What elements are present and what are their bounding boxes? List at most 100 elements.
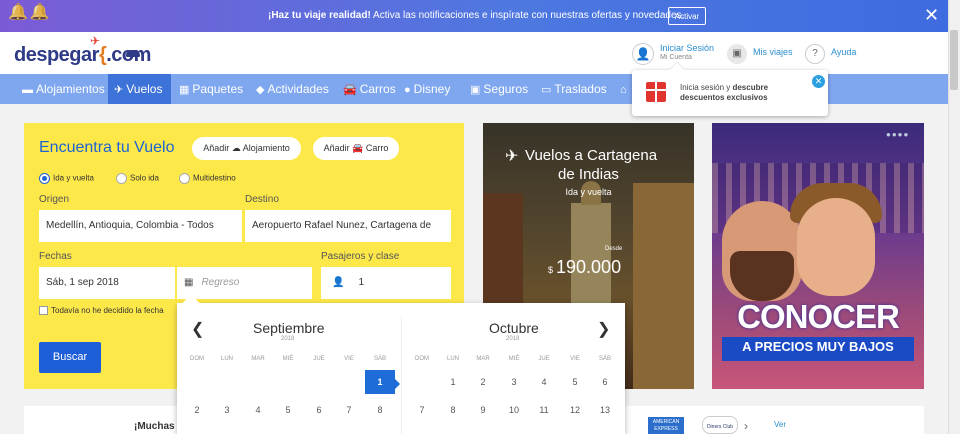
promo-subtitle: Ida y vuelta: [565, 187, 612, 197]
my-trips-link[interactable]: Mis viajes: [753, 47, 793, 57]
close-icon[interactable]: ✕: [812, 75, 825, 88]
scrollbar-thumb[interactable]: [950, 30, 958, 90]
trips-icon[interactable]: ▣: [727, 44, 747, 64]
help-link[interactable]: Ayuda: [831, 47, 856, 57]
passengers-label: Pasajeros y clase: [321, 251, 400, 262]
search-button[interactable]: Buscar: [39, 342, 101, 373]
weekday-label: JUE: [313, 356, 325, 362]
trip-type-multi[interactable]: Multidestino: [179, 173, 236, 184]
logo-hat-icon: [126, 50, 140, 57]
calendar-day[interactable]: 4: [243, 398, 273, 422]
add-hotel-button[interactable]: Añadir ☁ Alojamiento: [192, 137, 301, 160]
login-link[interactable]: Iniciar Sesión: [660, 43, 714, 53]
bed-icon: ▬: [22, 84, 33, 96]
month-divider: [401, 317, 402, 434]
month-year: 2018: [281, 336, 295, 342]
calendar-day[interactable]: 1: [438, 370, 468, 394]
weekday-label: SÁB: [373, 356, 386, 362]
weekday-label: DOM: [415, 356, 429, 362]
user-icon[interactable]: 👤: [632, 43, 654, 65]
chevron-right-icon[interactable]: ›: [744, 419, 748, 433]
calendar-day[interactable]: 6: [590, 370, 620, 394]
chevron-left-icon[interactable]: ❮: [191, 319, 204, 339]
nav-item-carros[interactable]: 🚘 Carros: [343, 74, 396, 104]
calendar-day[interactable]: 2: [468, 370, 498, 394]
return-date-input[interactable]: ▦ Regreso: [177, 267, 312, 299]
destination-input[interactable]: Aeropuerto Rafael Nunez, Cartagena de: [245, 210, 451, 242]
calendar-day[interactable]: 5: [560, 370, 590, 394]
tooltip-text: Inicia sesión y descubre descuentos excl…: [680, 83, 769, 102]
mickey-icon: ●: [404, 84, 411, 96]
gift-icon: [646, 82, 666, 102]
carousel-dots[interactable]: ●●●●: [886, 130, 909, 139]
radio-unchecked[interactable]: [116, 173, 127, 184]
bell-icon: 🔔🔔: [8, 4, 52, 21]
calendar-day-selected[interactable]: 1: [365, 370, 395, 394]
help-icon[interactable]: ?: [805, 44, 825, 64]
price-from-label: Desde: [605, 246, 623, 252]
destination-label: Destino: [245, 194, 279, 205]
departure-date-input[interactable]: Sáb, 1 sep 2018: [39, 267, 175, 299]
calendar-day[interactable]: 8: [438, 398, 468, 422]
weekday-label: VIE: [570, 356, 580, 362]
nav-item-home[interactable]: ⌂: [620, 74, 630, 104]
notification-bar: 🔔🔔 ¡Haz tu viaje realidad! Activa las no…: [0, 0, 948, 32]
promo-conocer[interactable]: ●●●● CONOCER A PRECIOS MUY BAJOS: [712, 123, 924, 389]
calendar-day[interactable]: 3: [499, 370, 529, 394]
calendar-day[interactable]: 7: [334, 398, 364, 422]
weekday-label: DOM: [190, 356, 204, 362]
promo-headline: CONOCER: [737, 298, 900, 335]
date-picker: ❮ ❯ Septiembre 2018 Octubre 2018 DOM LUN…: [177, 294, 625, 434]
weekday-label: VIE: [344, 356, 354, 362]
calendar-day[interactable]: 12: [560, 398, 590, 422]
undecided-date-checkbox[interactable]: Todavía no he decidido la fecha: [39, 306, 164, 316]
calendar-day[interactable]: 2: [182, 398, 212, 422]
calendar-day[interactable]: 3: [212, 398, 242, 422]
origin-input[interactable]: Medellín, Antioquia, Colombia - Todos: [39, 210, 242, 242]
calendar-day[interactable]: 6: [304, 398, 334, 422]
calendar-day[interactable]: 13: [590, 398, 620, 422]
promo-photo-person: [797, 198, 875, 296]
passengers-input[interactable]: 👤 1: [321, 267, 451, 299]
radio-checked[interactable]: [39, 173, 50, 184]
home-icon: ⌂: [620, 84, 627, 96]
checkbox[interactable]: [39, 306, 48, 316]
calendar-day[interactable]: 10: [499, 398, 529, 422]
nav-item-seguros[interactable]: ▣ Seguros: [470, 74, 528, 104]
selected-day-arrow: [395, 379, 400, 389]
activate-notifications-button[interactable]: Activar: [668, 7, 706, 25]
dates-label: Fechas: [39, 251, 72, 262]
account-label[interactable]: Mi Cuenta: [660, 54, 692, 61]
chevron-right-icon[interactable]: ❯: [597, 319, 610, 339]
package-icon: ▦: [179, 84, 190, 96]
calendar-day[interactable]: 8: [365, 398, 395, 422]
weekday-label: LUN: [220, 356, 233, 362]
see-more-link[interactable]: Ver: [774, 420, 786, 429]
briefcase-icon: ▣: [470, 84, 481, 96]
nav-item-actividades[interactable]: ◆ Actividades: [256, 74, 329, 104]
calendar-day[interactable]: 7: [407, 398, 437, 422]
promo-title-line2: de Indias: [558, 166, 619, 183]
weekday-label: JUE: [538, 356, 550, 362]
radio-unchecked[interactable]: [179, 173, 190, 184]
trip-type-oneway[interactable]: Solo ida: [116, 173, 159, 184]
calendar-day[interactable]: 9: [468, 398, 498, 422]
calendar-day[interactable]: 4: [529, 370, 559, 394]
close-icon[interactable]: ✕: [924, 6, 939, 24]
calendar-day[interactable]: 11: [529, 398, 559, 422]
add-car-button[interactable]: Añadir 🚘 Carro: [313, 137, 399, 160]
trip-type-roundtrip[interactable]: Ida y vuelta: [39, 173, 94, 184]
weekday-label: MAR: [476, 356, 490, 362]
site-header: despegar{.com ✈ 👤 Iniciar Sesión Mi Cuen…: [0, 32, 948, 74]
diners-logo: Diners Club: [702, 416, 738, 434]
calendar-day[interactable]: 5: [273, 398, 303, 422]
nav-item-disney[interactable]: ● Disney: [404, 74, 450, 104]
shuttle-icon: ▭: [541, 84, 552, 96]
nav-item-paquetes[interactable]: ▦ Paquetes: [179, 74, 243, 104]
promo-price: $190.000: [548, 257, 622, 277]
plane-icon: ✈: [114, 84, 124, 96]
nav-item-vuelos[interactable]: ✈ Vuelos: [108, 74, 171, 104]
nav-item-alojamientos[interactable]: ▬ Alojamientos: [22, 74, 105, 104]
nav-item-traslados[interactable]: ▭ Traslados: [541, 74, 607, 104]
search-title: Encuentra tu Vuelo: [39, 139, 175, 156]
